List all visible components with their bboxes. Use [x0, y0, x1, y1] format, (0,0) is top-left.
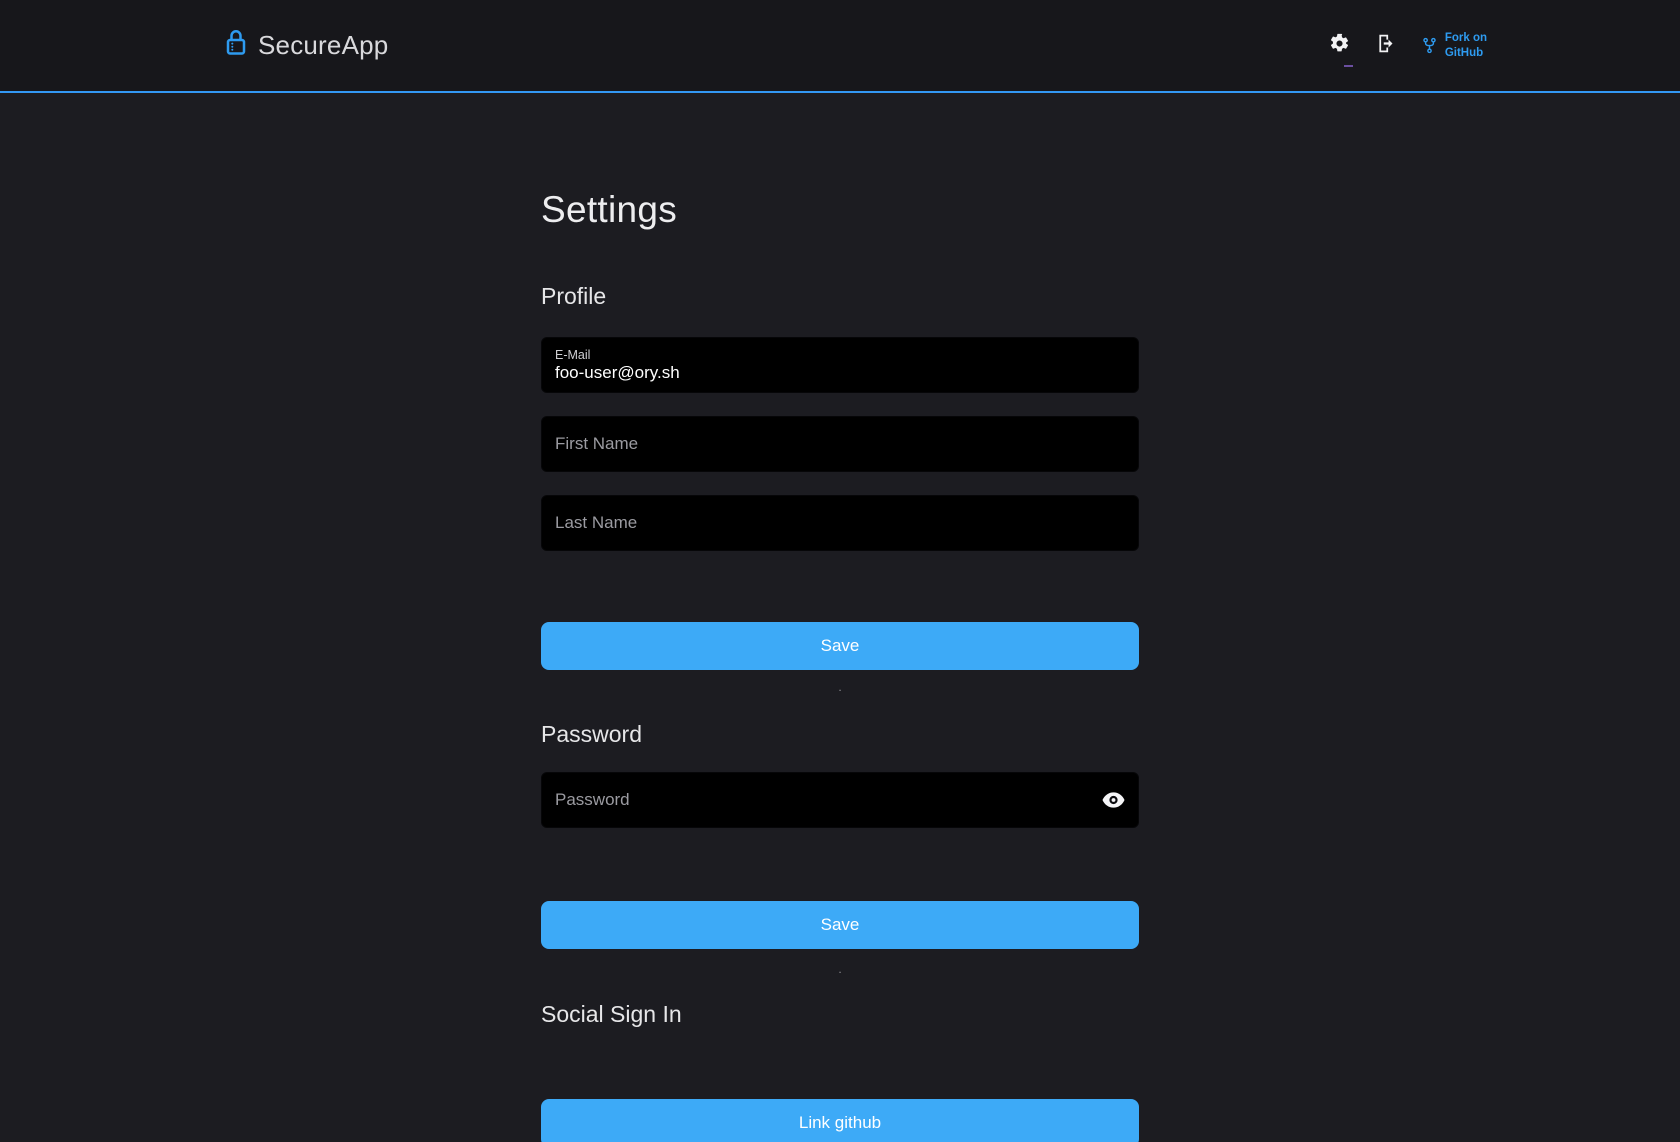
email-field: E-Mail	[541, 337, 1139, 393]
password-message-dot: .	[541, 961, 1139, 977]
password-field	[541, 772, 1139, 828]
fork-link-label: Fork on GitHub	[1445, 31, 1487, 60]
profile-heading: Profile	[541, 283, 1139, 310]
settings-button[interactable]	[1329, 33, 1350, 59]
profile-save-button[interactable]: Save	[541, 622, 1139, 670]
last-name-input[interactable]	[555, 513, 1125, 533]
gear-icon	[1329, 33, 1350, 59]
password-heading: Password	[541, 721, 1139, 748]
settings-page: Settings Profile E-Mail Save . Password …	[541, 189, 1139, 1142]
email-label: E-Mail	[555, 347, 1125, 363]
navbar: SecureApp	[0, 0, 1680, 93]
eye-icon	[1102, 792, 1125, 808]
visited-link-underline	[1344, 65, 1353, 67]
logout-button[interactable]	[1375, 33, 1396, 59]
social-sign-in-heading: Social Sign In	[541, 1001, 1139, 1028]
email-input[interactable]	[555, 363, 1125, 383]
password-input[interactable]	[555, 790, 1125, 810]
fork-on-github-link[interactable]: Fork on GitHub	[1421, 31, 1487, 60]
link-github-button[interactable]: Link github	[541, 1099, 1139, 1142]
brand-home-link[interactable]: SecureApp	[225, 30, 388, 61]
toggle-password-visibility-button[interactable]	[1102, 792, 1125, 808]
brand-title: SecureApp	[258, 30, 388, 61]
logout-icon	[1375, 33, 1396, 59]
last-name-field	[541, 495, 1139, 551]
profile-message-dot: .	[541, 679, 1139, 695]
password-save-button[interactable]: Save	[541, 901, 1139, 949]
navbar-actions: Fork on GitHub	[1329, 31, 1487, 60]
lock-icon	[225, 29, 247, 56]
page-title: Settings	[541, 189, 1139, 231]
first-name-field	[541, 416, 1139, 472]
git-fork-icon	[1421, 36, 1438, 55]
first-name-input[interactable]	[555, 434, 1125, 454]
